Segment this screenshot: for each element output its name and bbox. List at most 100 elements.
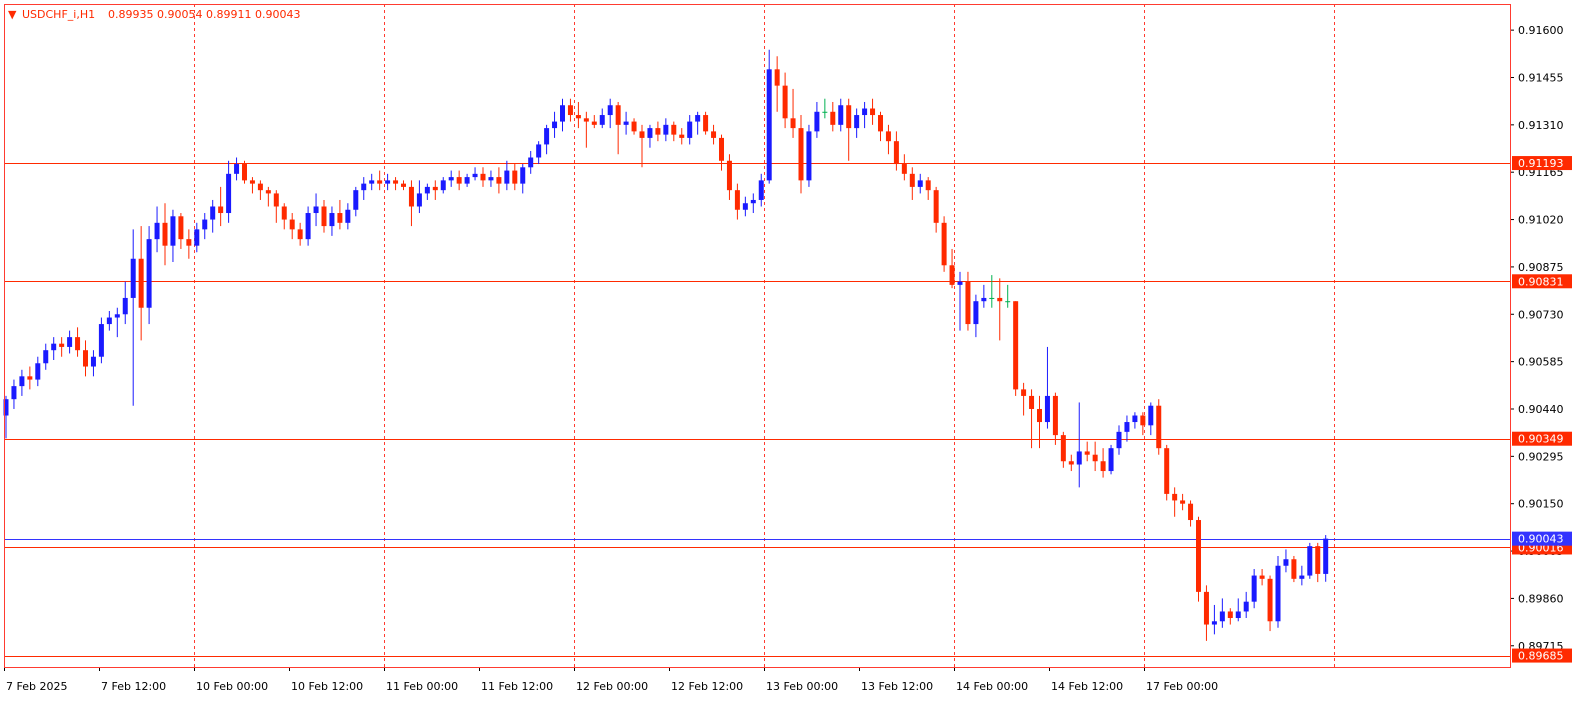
candle-body bbox=[1203, 591, 1209, 625]
candle-body bbox=[663, 124, 669, 135]
candle-body bbox=[1196, 520, 1201, 592]
candle-body bbox=[567, 105, 573, 116]
candle-body bbox=[1013, 301, 1019, 390]
candle-body bbox=[1052, 395, 1058, 436]
candle-body bbox=[822, 111, 828, 113]
candle-body bbox=[456, 177, 462, 184]
candle-body bbox=[726, 160, 732, 191]
candle-body bbox=[385, 180, 391, 184]
candle-body bbox=[591, 121, 597, 125]
x-tick-label: 11 Feb 12:00 bbox=[481, 680, 553, 693]
candle-body bbox=[806, 131, 812, 181]
candle-body bbox=[416, 193, 422, 207]
x-tick-label: 12 Feb 12:00 bbox=[671, 680, 743, 693]
candle-body bbox=[973, 301, 979, 325]
candle bbox=[806, 124, 812, 187]
candle-body bbox=[257, 183, 263, 191]
candle-body bbox=[774, 69, 780, 86]
candle-body bbox=[464, 177, 470, 184]
candle bbox=[1275, 555, 1281, 628]
candle-body bbox=[679, 134, 685, 138]
candle bbox=[98, 317, 104, 364]
candle-body bbox=[758, 180, 764, 200]
candle-body bbox=[1021, 389, 1027, 396]
candle-body bbox=[583, 118, 589, 122]
candle-body bbox=[655, 128, 661, 135]
candle-body bbox=[345, 209, 351, 223]
candle-body bbox=[695, 115, 701, 122]
candle-body bbox=[234, 164, 240, 174]
x-tick-label: 14 Feb 00:00 bbox=[956, 680, 1028, 693]
candle-body bbox=[321, 206, 327, 227]
candle-body bbox=[560, 105, 565, 122]
candle-body bbox=[639, 131, 645, 138]
candle-body bbox=[742, 203, 748, 210]
candle-body bbox=[1084, 451, 1090, 455]
candle-body bbox=[1307, 546, 1313, 576]
candle-body bbox=[130, 258, 136, 298]
candle-body bbox=[989, 297, 995, 299]
candle-body bbox=[265, 190, 271, 194]
candle-body bbox=[1323, 538, 1329, 574]
price-chart[interactable]: 0.916000.914550.913100.911650.910200.908… bbox=[0, 0, 1586, 708]
candle-body bbox=[1029, 395, 1035, 409]
candle-body bbox=[313, 206, 319, 214]
candle-body bbox=[607, 105, 613, 116]
candle-body bbox=[854, 115, 860, 129]
candle-body bbox=[878, 115, 883, 132]
bid-price-tag: 0.90043 bbox=[1518, 533, 1564, 546]
candle-body bbox=[1275, 565, 1281, 622]
candle bbox=[1156, 399, 1162, 455]
candle-body bbox=[75, 337, 81, 351]
candle-body bbox=[377, 180, 383, 184]
candle bbox=[1291, 555, 1297, 583]
chart-header: ▼ USDCHF_i,H1 0.89935 0.90054 0.89911 0.… bbox=[8, 8, 300, 21]
candle-body bbox=[965, 281, 971, 325]
candle-body bbox=[369, 180, 375, 184]
candle-body bbox=[1132, 415, 1138, 423]
candle-body bbox=[1092, 454, 1098, 462]
candle-body bbox=[27, 376, 33, 380]
candle-body bbox=[575, 115, 581, 119]
level-price-tag: 0.90349 bbox=[1518, 433, 1564, 446]
candle-body bbox=[35, 363, 41, 380]
candle-body bbox=[90, 356, 96, 367]
candle-body bbox=[687, 121, 693, 138]
candle-body bbox=[719, 137, 724, 161]
header-collapse-indicator[interactable]: ▼ bbox=[8, 8, 17, 21]
candle-body bbox=[941, 222, 947, 266]
candle-body bbox=[981, 297, 987, 302]
candle-body bbox=[424, 186, 430, 194]
candle-body bbox=[917, 180, 923, 187]
candle-body bbox=[51, 343, 57, 351]
x-tick-label: 11 Feb 00:00 bbox=[386, 680, 458, 693]
candle-body bbox=[599, 115, 605, 125]
x-tick-label: 17 Feb 00:00 bbox=[1146, 680, 1218, 693]
x-tick-label: 10 Feb 12:00 bbox=[291, 680, 363, 693]
candle-body bbox=[1140, 415, 1146, 426]
candle-body bbox=[1156, 405, 1162, 449]
symbol-timeframe-label: USDCHF_i,H1 bbox=[22, 8, 95, 21]
candle-body bbox=[909, 173, 915, 187]
candle-body bbox=[528, 157, 534, 168]
candle-body bbox=[933, 190, 939, 223]
candle-body bbox=[43, 350, 49, 364]
y-tick-label: 0.90295 bbox=[1518, 450, 1564, 463]
candle-body bbox=[997, 297, 1003, 302]
candle-body bbox=[1076, 451, 1082, 465]
candle-body bbox=[790, 118, 796, 129]
candle-body bbox=[830, 111, 836, 125]
candle-body bbox=[122, 297, 128, 315]
candle-body bbox=[297, 229, 303, 240]
y-tick-label: 0.91310 bbox=[1518, 119, 1564, 132]
y-tick-label: 0.90150 bbox=[1518, 498, 1564, 511]
candle-body bbox=[281, 206, 287, 220]
candle-body bbox=[671, 124, 677, 135]
x-tick-label: 13 Feb 00:00 bbox=[766, 680, 838, 693]
candle bbox=[766, 49, 772, 184]
y-tick-label: 0.90730 bbox=[1518, 308, 1564, 321]
candle-body bbox=[544, 128, 550, 145]
candle-body bbox=[289, 219, 295, 230]
x-tick-label: 12 Feb 00:00 bbox=[576, 680, 648, 693]
candle-body bbox=[647, 128, 653, 138]
